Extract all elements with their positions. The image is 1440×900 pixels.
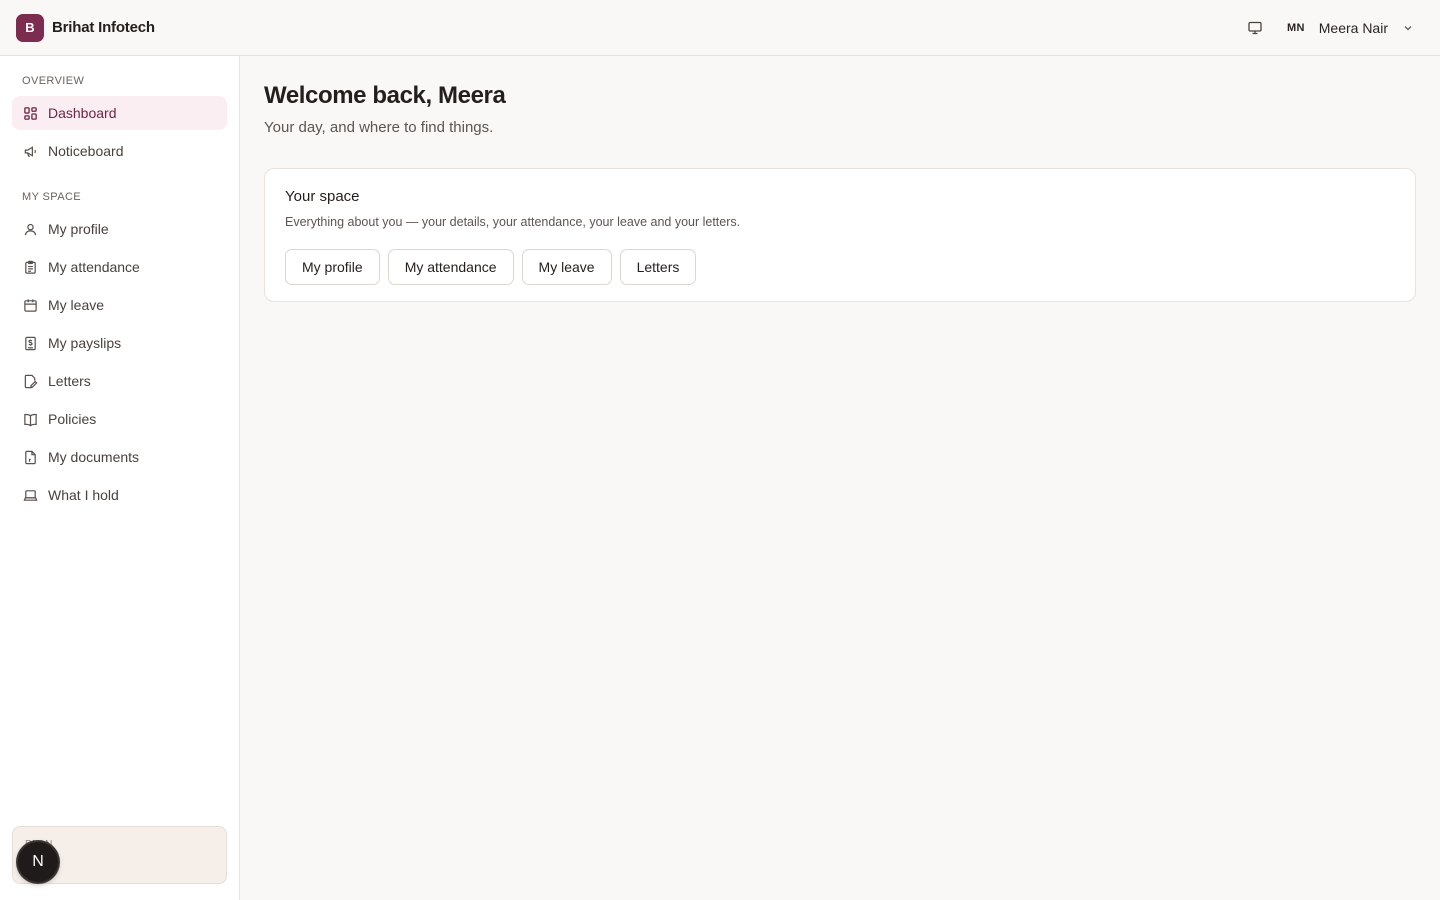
brand[interactable]: B Brihat Infotech: [16, 13, 155, 42]
sidebar-item-my-leave[interactable]: My leave: [12, 288, 227, 322]
sidebar-item-my-payslips[interactable]: My payslips: [12, 326, 227, 360]
sidebar-item-what-i-hold[interactable]: What I hold: [12, 478, 227, 512]
letter-edit-icon: [22, 373, 38, 389]
card-description: Everything about you — your details, you…: [285, 215, 741, 229]
sidebar-item-my-profile[interactable]: My profile: [12, 212, 227, 246]
sidebar-item-label: Dashboard: [48, 105, 117, 121]
my-leave-button[interactable]: My leave: [521, 249, 612, 285]
letters-button[interactable]: Letters: [619, 249, 697, 285]
section-label-my-space: MY SPACE: [22, 191, 82, 203]
sidebar-item-my-attendance[interactable]: My attendance: [12, 250, 227, 284]
sidebar: OVERVIEW Dashboard Noticeboard MY SPACE …: [0, 56, 240, 900]
main-content: Welcome back, Meera Your day, and where …: [240, 56, 1440, 900]
sidebar-item-label: What I hold: [48, 487, 119, 503]
book-icon: [22, 411, 38, 427]
card-buttons: My profile My attendance My leave Letter…: [285, 249, 697, 285]
sidebar-item-label: Noticeboard: [48, 143, 124, 159]
calendar-icon: [22, 297, 38, 313]
payslip-icon: [22, 335, 38, 351]
sidebar-item-label: My documents: [48, 449, 140, 465]
sidebar-item-label: My profile: [48, 221, 109, 237]
user-name[interactable]: Meera Nair: [1319, 20, 1388, 36]
brand-name: Brihat Infotech: [52, 19, 155, 36]
sidebar-item-label: My payslips: [48, 335, 122, 351]
laptop-icon: [22, 487, 38, 503]
sidebar-item-dashboard[interactable]: Dashboard: [12, 96, 227, 130]
sidebar-item-policies[interactable]: Policies: [12, 402, 227, 436]
my-profile-button[interactable]: My profile: [285, 249, 380, 285]
top-bar: B Brihat Infotech MN Meera Nair: [0, 0, 1440, 56]
sidebar-item-label: My leave: [48, 297, 105, 313]
sidebar-item-letters[interactable]: Letters: [12, 364, 227, 398]
card-title: Your space: [285, 188, 360, 205]
megaphone-icon: [22, 143, 38, 159]
topbar-right: MN Meera Nair: [1245, 18, 1424, 38]
dashboard-grid-icon: [22, 105, 38, 121]
document-icon: [22, 449, 38, 465]
sidebar-item-noticeboard[interactable]: Noticeboard: [12, 134, 227, 168]
section-label-overview: OVERVIEW: [22, 75, 85, 87]
user-avatar-initials[interactable]: MN: [1287, 22, 1305, 34]
your-space-card: Your space Everything about you — your d…: [264, 168, 1416, 302]
sidebar-item-label: Letters: [48, 373, 91, 389]
monitor-icon[interactable]: [1245, 18, 1265, 38]
sidebar-item-label: My attendance: [48, 259, 140, 275]
my-attendance-button[interactable]: My attendance: [387, 249, 514, 285]
clipboard-icon: [22, 259, 38, 275]
floating-n-badge[interactable]: N: [18, 842, 58, 882]
chevron-down-icon[interactable]: [1402, 21, 1416, 35]
page-subtitle: Your day, and where to find things.: [264, 119, 494, 136]
user-icon: [22, 221, 38, 237]
sidebar-item-label: Policies: [48, 411, 97, 427]
brand-logo: B: [16, 13, 44, 42]
sidebar-item-my-documents[interactable]: My documents: [12, 440, 227, 474]
page-title: Welcome back, Meera: [264, 82, 506, 109]
